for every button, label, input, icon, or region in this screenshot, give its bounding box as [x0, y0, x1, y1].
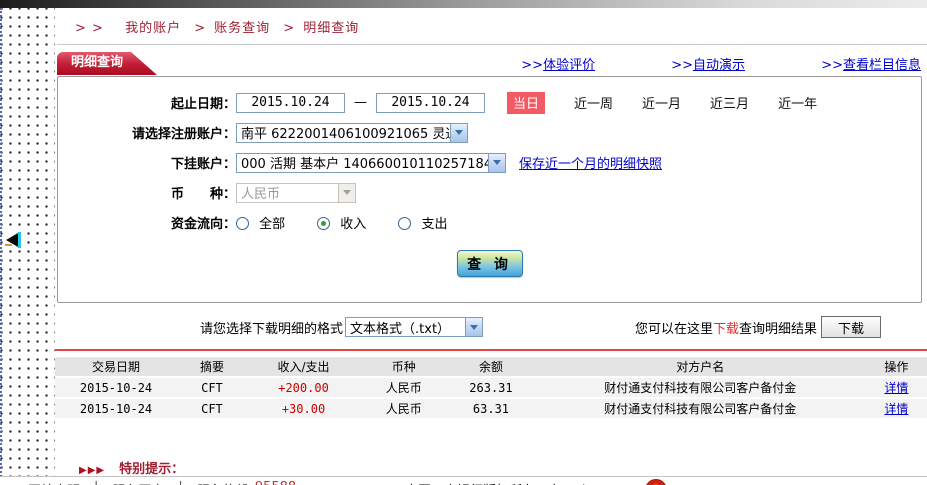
query-button-row: 查 询: [58, 250, 921, 277]
collapse-arrow-icon: [6, 233, 18, 247]
download-row: 请您选择下载明细的格式 文本格式（.txt） 您可以在这里下载查询明细结果 下载: [55, 316, 927, 338]
download-hint-group: 您可以在这里下载查询明细结果 下载: [635, 316, 881, 338]
header-currency: 币种: [360, 358, 447, 375]
download-button[interactable]: 下载: [821, 316, 881, 338]
tab-detail-query[interactable]: 明细查询: [57, 52, 157, 75]
currency-label: 币 种：: [58, 183, 236, 202]
cell-amount: +30.00: [247, 402, 360, 416]
cell-summary: CFT: [177, 402, 247, 416]
link-view-column-info[interactable]: >>查看栏目信息: [821, 58, 921, 73]
date-range-row: 起止日期： — 当日 近一周 近一月 近三月 近一年: [58, 92, 921, 113]
breadcrumb-separator: >: [283, 21, 295, 36]
notice-title-row: ▶▶▶ 特别提示：: [79, 458, 927, 477]
quick-range-month[interactable]: 近一月: [642, 93, 681, 112]
table-row: 2015-10-24 CFT +30.00 人民币 63.31 财付通支付科技有…: [55, 399, 927, 418]
red-divider: [55, 349, 927, 351]
cell-currency: 人民币: [360, 379, 447, 396]
footer-hotline-label: 服务热线: [197, 480, 249, 485]
flow-radio-all[interactable]: [236, 217, 249, 230]
breadcrumb: > > 我的账户 > 账务查询 > 明细查询: [55, 8, 927, 43]
registered-account-select[interactable]: 南平 6222001406100921065 灵通卡: [236, 123, 468, 143]
registered-account-row: 请选择注册账户： 南平 6222001406100921065 灵通卡: [58, 122, 921, 143]
download-hint-pre: 您可以在这里: [635, 318, 713, 337]
download-format-select[interactable]: 文本格式（.txt）: [345, 317, 483, 337]
cell-balance: 263.31: [447, 381, 534, 395]
flow-option-income: 收入: [317, 213, 366, 232]
header-date: 交易日期: [55, 358, 177, 375]
detail-link[interactable]: 详情: [884, 402, 908, 416]
cell-counterparty: 财付通支付科技有限公司客户备付金: [535, 400, 866, 417]
transactions-table: 交易日期 摘要 收入/支出 币种 余额 对方户名 操作 2015-10-24 C…: [55, 357, 927, 418]
collapse-handle-bar: [18, 232, 21, 248]
chevron-down-icon[interactable]: [488, 154, 505, 172]
header-amount: 收入/支出: [247, 358, 360, 375]
link-experience-rating[interactable]: >>体验评价: [521, 58, 595, 73]
flow-option-expense: 支出: [398, 213, 447, 232]
flow-radio-expense[interactable]: [398, 217, 411, 230]
table-header-row: 交易日期 摘要 收入/支出 币种 余额 对方户名 操作: [55, 357, 927, 376]
quick-range-today[interactable]: 当日: [507, 92, 545, 114]
date-range-label: 起止日期：: [58, 93, 236, 112]
sidebar-collapse-handle[interactable]: [5, 232, 23, 248]
date-to-input[interactable]: [376, 93, 485, 113]
breadcrumb-item-my-account[interactable]: 我的账户: [125, 21, 181, 36]
quick-range-quarter[interactable]: 近三月: [710, 93, 749, 112]
detail-link[interactable]: 详情: [884, 381, 908, 395]
link-auto-demo[interactable]: >>自动演示: [671, 58, 745, 73]
flow-radio-income[interactable]: [317, 217, 330, 230]
registered-account-label: 请选择注册账户：: [58, 123, 236, 142]
cell-date: 2015-10-24: [55, 381, 177, 395]
cell-amount: +200.00: [247, 381, 360, 395]
footer-copyright: 中国工商银行版权所有 京ICP证 030247号: [405, 480, 662, 485]
page-footer: 网站声明 | 服务网点 | 服务热线 95588 中国工商银行版权所有 京ICP…: [0, 476, 927, 485]
header-balance: 余额: [447, 358, 534, 375]
breadcrumb-item-detail-query[interactable]: 明细查询: [303, 21, 359, 36]
quick-range-week[interactable]: 近一周: [574, 93, 613, 112]
header-counterparty: 对方户名: [535, 358, 866, 375]
footer-link-service-outlets[interactable]: 服务网点: [112, 480, 164, 485]
chevron-down-icon[interactable]: [450, 124, 467, 142]
cell-balance: 63.31: [447, 402, 534, 416]
table-row: 2015-10-24 CFT +200.00 人民币 263.31 财付通支付科…: [55, 378, 927, 397]
quick-range-year[interactable]: 近一年: [778, 93, 817, 112]
breadcrumb-item-account-query[interactable]: 账务查询: [214, 21, 270, 36]
breadcrumb-divider: [57, 44, 927, 45]
cell-summary: CFT: [177, 381, 247, 395]
sub-account-row: 下挂账户： 000 活期 基本户 1406600101102571848 保存近…: [58, 152, 921, 173]
notice-title: 特别提示：: [119, 462, 184, 477]
footer-hotline-number: 95588: [255, 480, 296, 485]
flow-option-all: 全部: [236, 213, 285, 232]
top-links: >>体验评价 >>自动演示 >>查看栏目信息: [449, 54, 921, 73]
download-hint-post: 查询明细结果: [739, 318, 817, 337]
download-format-group: 请您选择下载明细的格式 文本格式（.txt）: [200, 317, 483, 337]
sub-account-label: 下挂账户：: [58, 153, 236, 172]
fund-flow-row: 资金流向： 全部 收入 支出: [58, 212, 921, 233]
currency-row: 币 种： 人民币: [58, 182, 921, 203]
main-content: > > 我的账户 > 账务查询 > 明细查询 明细查询 >>体验评价 >>自动演示 …: [55, 8, 927, 485]
header-summary: 摘要: [177, 358, 247, 375]
sub-account-select[interactable]: 000 活期 基本户 1406600101102571848: [236, 153, 506, 173]
chevron-down-icon: [338, 184, 355, 202]
currency-select: 人民币: [236, 183, 356, 203]
cell-date: 2015-10-24: [55, 402, 177, 416]
download-format-label: 请您选择下载明细的格式: [200, 318, 343, 337]
footer-link-site-statement[interactable]: 网站声明: [28, 480, 80, 485]
query-form: 起止日期： — 当日 近一周 近一月 近三月 近一年 请选择注册账户： 南平 6…: [57, 76, 922, 303]
query-button[interactable]: 查 询: [457, 250, 523, 277]
date-from-input[interactable]: [236, 93, 345, 113]
breadcrumb-separator: >: [194, 21, 206, 36]
left-dotted-sidebar: [0, 8, 55, 485]
download-hint-red: 下载: [713, 318, 739, 337]
cell-counterparty: 财付通支付科技有限公司客户备付金: [535, 379, 866, 396]
header-action: 操作: [866, 358, 927, 375]
tab-row: 明细查询 >>体验评价 >>自动演示 >>查看栏目信息: [55, 52, 927, 76]
top-gradient-bar: [0, 0, 927, 8]
save-monthly-snapshot-link[interactable]: 保存近一个月的明细快照: [519, 153, 662, 172]
date-dash: —: [354, 95, 367, 110]
triple-arrow-icon: ▶▶▶: [79, 465, 105, 476]
cell-currency: 人民币: [360, 400, 447, 417]
chevron-down-icon[interactable]: [465, 318, 482, 336]
fund-flow-label: 资金流向：: [58, 213, 236, 232]
breadcrumb-prefix: > >: [75, 21, 104, 36]
